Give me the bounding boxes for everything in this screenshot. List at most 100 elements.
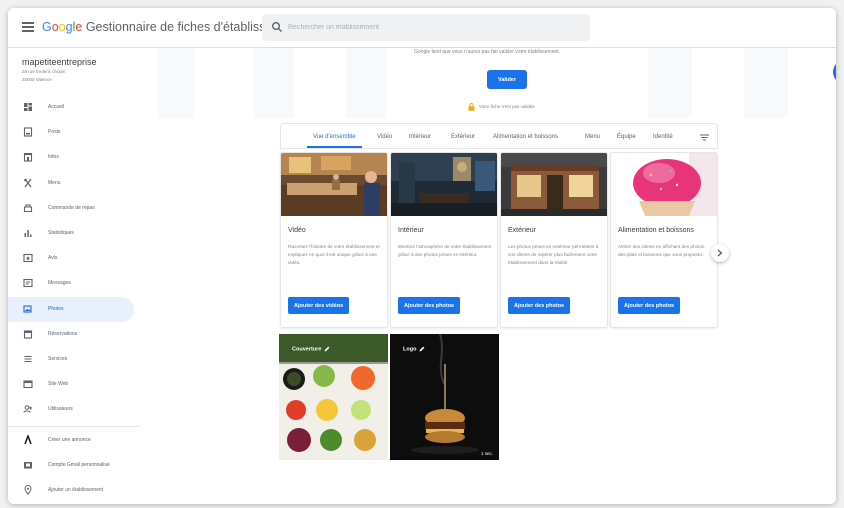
sidebar-bottom-nav: Créer une annonce Compte Gmail personnali… — [8, 428, 140, 504]
interior-thumbnail[interactable] — [391, 153, 498, 216]
floating-action-button[interactable] — [833, 60, 836, 84]
tab-menu[interactable]: Menu — [585, 134, 600, 148]
app-window: Google Gestionnaire de fiches d'établiss… — [8, 8, 836, 504]
search-bar[interactable] — [262, 14, 590, 41]
card-description: Racontez l'histoire de votre établisseme… — [288, 244, 380, 265]
card-interior: Intérieur Montrez l'atmosphère de votre … — [390, 152, 498, 328]
verification-status: Votre fiche n'est pas validée — [468, 98, 535, 111]
sidebar-item-menu[interactable]: Menu — [8, 171, 134, 196]
sidebar-item-label: Accueil — [48, 104, 65, 110]
tab-vue-d-ensemble[interactable]: Vue d'ensemble — [307, 134, 362, 148]
background-decoration — [648, 48, 692, 118]
background-decoration — [254, 48, 294, 118]
cover-photo[interactable]: Couverture — [279, 334, 388, 460]
edit-pencil-icon[interactable] — [324, 346, 330, 352]
background-decoration — [744, 48, 788, 118]
sidebar-item-label: Compte Gmail personnalisé — [48, 462, 110, 469]
card-food-drinks: Alimentation et boissons Attirez des cli… — [610, 152, 718, 328]
tab-identite[interactable]: Identité — [653, 134, 673, 148]
background-decoration — [158, 48, 194, 118]
sidebar-item-label: Créer une annonce — [48, 437, 91, 443]
sidebar-item-avis[interactable]: Avis — [8, 246, 134, 271]
menu-utensils-icon — [24, 178, 32, 187]
sidebar-item-commande-de-repas[interactable]: Commande de repas — [8, 196, 134, 221]
sidebar-item-utilisateurs[interactable]: Utilisateurs — [8, 397, 134, 422]
sidebar-item-site-web[interactable]: Site Web — [8, 372, 134, 397]
food-order-icon — [23, 204, 33, 212]
card-video: Vidéo Racontez l'histoire de votre établ… — [280, 152, 388, 328]
tab-interieur[interactable]: Intérieur — [409, 134, 431, 148]
users-icon — [23, 405, 32, 413]
food-drinks-thumbnail[interactable] — [611, 153, 718, 216]
filter-icon[interactable] — [700, 134, 709, 141]
verification-status-text: Votre fiche n'est pas validée — [479, 104, 535, 110]
add-location-icon — [24, 485, 32, 496]
ads-icon — [24, 435, 32, 445]
cover-label-text: Couverture — [292, 346, 322, 353]
sidebar-item-ajouter-un-etablissement[interactable]: Ajouter un établissement — [8, 478, 134, 503]
statistics-icon — [24, 229, 32, 237]
card-title: Alimentation et boissons — [618, 227, 694, 234]
sidebar-item-services[interactable]: Services — [8, 347, 134, 372]
dashboard-icon — [24, 103, 32, 111]
exterior-thumbnail[interactable] — [501, 153, 608, 216]
reviews-icon — [23, 254, 33, 263]
sidebar-item-label: Ajouter un établissement — [48, 487, 104, 494]
posts-icon — [23, 127, 33, 137]
search-icon — [272, 22, 282, 32]
background-decoration — [346, 48, 386, 118]
logo-label-text: Logo — [403, 346, 417, 353]
logo-photo[interactable]: Logo 1 sec. — [390, 334, 499, 460]
google-logo-letter: o — [58, 20, 66, 34]
tab-video[interactable]: Vidéo — [377, 134, 392, 148]
add-videos-button[interactable]: Ajouter des vidéos — [288, 297, 350, 314]
main-menu-icon[interactable] — [22, 22, 34, 32]
website-icon — [23, 380, 33, 389]
card-title: Intérieur — [398, 227, 424, 234]
services-icon — [24, 355, 32, 362]
tab-exterieur[interactable]: Extérieur — [451, 134, 475, 148]
sidebar-item-label: Posts — [48, 129, 61, 136]
google-logo-letter: G — [42, 20, 52, 34]
tab-alimentation-et-boissons[interactable]: Alimentation et boissons — [493, 134, 558, 148]
card-title: Vidéo — [288, 227, 306, 234]
sidebar-item-compte-gmail-personnalise[interactable]: Compte Gmail personnalisé — [8, 453, 134, 478]
logo-label: Logo — [403, 346, 425, 352]
carousel-next-button[interactable] — [711, 244, 729, 262]
validate-button[interactable]: Valider — [487, 70, 527, 89]
sidebar-item-messages[interactable]: Messages — [8, 271, 134, 296]
messages-icon — [23, 279, 33, 288]
sidebar-item-infos[interactable]: Infos — [8, 145, 134, 170]
sidebar-item-label: Photos — [48, 305, 64, 312]
sidebar-item-label: Messages — [48, 280, 71, 287]
chevron-right-icon — [717, 249, 723, 257]
add-interior-photos-button[interactable]: Ajouter des photos — [398, 297, 461, 314]
sidebar-item-accueil[interactable]: Accueil — [8, 95, 134, 120]
search-input[interactable] — [288, 19, 578, 36]
logo-image — [390, 334, 499, 460]
sidebar-item-creer-une-annonce[interactable]: Créer une annonce — [8, 428, 134, 453]
sidebar-item-label: Services — [48, 355, 68, 362]
sidebar-item-photos[interactable]: Photos — [8, 296, 134, 322]
tab-equipe[interactable]: Équipe — [617, 134, 636, 148]
sidebar-item-statistiques[interactable]: Statistiques — [8, 221, 134, 246]
card-description: Les photos prises en extérieur permetten… — [508, 244, 599, 265]
video-thumbnail[interactable] — [281, 153, 388, 216]
sidebar-item-posts[interactable]: Posts — [8, 120, 134, 145]
lock-icon — [468, 102, 475, 111]
google-logo-letter: g — [65, 20, 73, 34]
edit-pencil-icon[interactable] — [419, 346, 425, 352]
store-info-icon — [23, 153, 33, 162]
sidebar-item-reservations[interactable]: Réservations — [8, 322, 134, 347]
top-bar: Google Gestionnaire de fiches d'établiss… — [8, 8, 836, 48]
photo-category-tabs: Vue d'ensemble Vidéo Intérieur Extérieur Ali… — [280, 123, 718, 149]
sidebar-item-label: Menu — [48, 179, 61, 186]
business-info: mapetiteentreprise 26 rue frederic chopi… — [22, 57, 97, 83]
sidebar-item-label: Utilisateurs — [48, 406, 73, 413]
google-logo: Google — [42, 20, 82, 34]
add-food-photos-button[interactable]: Ajouter des photos — [618, 297, 681, 314]
card-title: Extérieur — [508, 227, 537, 234]
add-exterior-photos-button[interactable]: Ajouter des photos — [508, 297, 571, 314]
business-address-line2: 26000 Valence — [22, 77, 52, 82]
photos-icon — [23, 304, 32, 313]
